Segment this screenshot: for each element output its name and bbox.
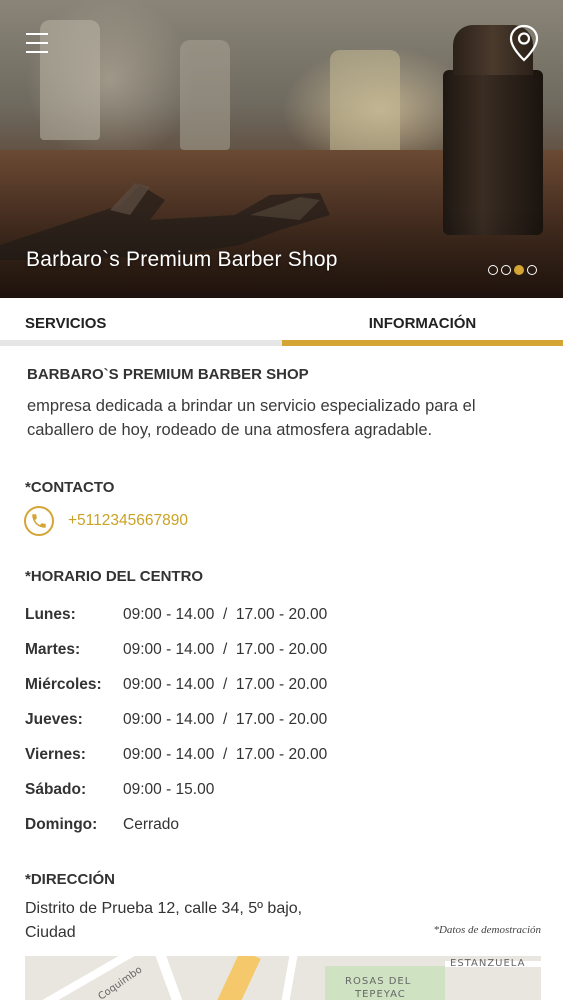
map-label: TEPEYAC <box>355 989 406 1000</box>
hours-time: 09:00 - 14.00 / 17.00 - 20.00 <box>123 676 328 693</box>
hours-time: 09:00 - 15.00 <box>123 781 215 798</box>
background-bottle <box>330 50 400 160</box>
map-road <box>279 956 299 1000</box>
hours-time: 09:00 - 14.00 / 17.00 - 20.00 <box>123 746 328 763</box>
shop-title: Barbaro`s Premium Barber Shop <box>26 248 338 271</box>
location-map[interactable]: Coquimbo ESTANZUELA ROSAS DEL TEPEYAC <box>25 956 541 1000</box>
phone-icon[interactable] <box>24 506 54 536</box>
phone-number[interactable]: +5112345667890 <box>68 512 188 530</box>
carousel-dot-active[interactable] <box>514 265 524 275</box>
hours-day: Martes: <box>25 641 81 658</box>
phone-link[interactable]: +5112345667890 <box>24 506 188 536</box>
hamburger-menu-icon[interactable] <box>26 30 48 56</box>
business-description: empresa dedicada a brindar un servicio e… <box>27 397 476 439</box>
hours-time: Cerrado <box>123 816 179 833</box>
hours-day: Sábado: <box>25 781 87 798</box>
hours-row: Viernes: 09:00 - 14.00 / 17.00 - 20.00 <box>25 743 327 767</box>
address-heading: *DIRECCIÓN <box>25 871 116 888</box>
hours-time: 09:00 - 14.00 / 17.00 - 20.00 <box>123 711 328 728</box>
map-label: ESTANZUELA <box>450 958 526 969</box>
hours-row: Martes: 09:00 - 14.00 / 17.00 - 20.00 <box>25 638 327 662</box>
hours-day: Jueves: <box>25 711 83 728</box>
map-road <box>155 956 185 1000</box>
map-label: ROSAS DEL <box>345 976 412 987</box>
hours-day: Lunes: <box>25 606 76 623</box>
hours-row: Lunes: 09:00 - 14.00 / 17.00 - 20.00 <box>25 603 327 627</box>
carousel-dot[interactable] <box>527 265 537 275</box>
carousel-dot[interactable] <box>488 265 498 275</box>
business-name: BARBARO`S PREMIUM BARBER SHOP <box>27 366 309 383</box>
contact-heading: *CONTACTO <box>25 479 115 496</box>
hero-banner: Barbaro`s Premium Barber Shop <box>0 0 563 298</box>
hours-time: 09:00 - 14.00 / 17.00 - 20.00 <box>123 606 328 623</box>
hours-heading: *HORARIO DEL CENTRO <box>25 568 204 585</box>
hours-row: Sábado: 09:00 - 15.00 <box>25 778 214 802</box>
hours-row: Jueves: 09:00 - 14.00 / 17.00 - 20.00 <box>25 708 327 732</box>
carousel-indicators[interactable] <box>488 265 537 275</box>
tab-underline-active <box>282 340 563 346</box>
background-bottle <box>40 20 100 140</box>
hours-day: Domingo: <box>25 816 98 833</box>
demo-data-note: *Datos de demostración <box>433 924 541 936</box>
map-pin-icon[interactable] <box>508 24 540 62</box>
hours-day: Miércoles: <box>25 676 102 693</box>
carousel-dot[interactable] <box>501 265 511 275</box>
background-bottle <box>180 40 230 150</box>
hours-row: Domingo: Cerrado <box>25 813 179 837</box>
hours-row: Miércoles: 09:00 - 14.00 / 17.00 - 20.00 <box>25 673 327 697</box>
tab-underline-inactive <box>0 340 282 346</box>
hours-day: Viernes: <box>25 746 86 763</box>
address-text: Distrito de Prueba 12, calle 34, 5º bajo… <box>25 900 303 941</box>
hours-time: 09:00 - 14.00 / 17.00 - 20.00 <box>123 641 328 658</box>
map-main-avenue <box>211 956 261 1000</box>
